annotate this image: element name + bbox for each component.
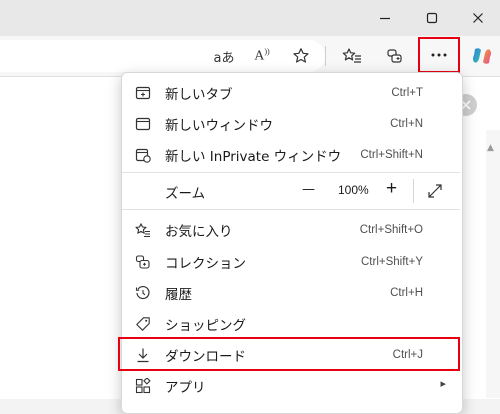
immersive-reader-button[interactable]: aあ [208, 40, 240, 72]
zoom-value: 100% [338, 183, 369, 197]
menu-item-label: 履歴 [165, 286, 192, 303]
favorite-star-icon [293, 48, 309, 63]
menu-item-zoom: ズーム [122, 176, 460, 207]
copilot-button[interactable] [466, 40, 498, 72]
toolbar-divider [325, 46, 326, 66]
copilot-icon [473, 48, 491, 64]
maximize-icon [426, 12, 438, 24]
menu-item-shortcut: Ctrl+H [390, 286, 423, 299]
collections-button[interactable] [379, 40, 411, 72]
apps-icon [135, 377, 151, 394]
favorites-icon [342, 48, 361, 63]
zoom-divider [413, 179, 414, 203]
menu-item-favorites[interactable]: お気に入り Ctrl+Shift+O [122, 214, 460, 245]
menu-item-collections[interactable]: コレクション Ctrl+Shift+Y [122, 246, 460, 277]
new-tab-icon [135, 85, 151, 101]
menu-item-shortcut: Ctrl+T [391, 86, 423, 99]
menu-item-apps[interactable]: アプリ ▸ [122, 370, 460, 401]
zoom-out-button[interactable]: — [302, 182, 315, 197]
menu-item-shortcut: Ctrl+Shift+Y [361, 255, 423, 268]
favorites-button[interactable] [336, 40, 368, 72]
menu-item-label: 新しいウィンドウ [165, 117, 273, 134]
menu-item-shortcut: Ctrl+Shift+O [359, 223, 423, 236]
read-aloud-button[interactable]: A)) [246, 40, 278, 72]
menu-item-new-tab[interactable]: 新しいタブ Ctrl+T [122, 77, 460, 108]
new-window-icon [135, 116, 151, 132]
zoom-label: ズーム [165, 185, 206, 202]
collections-icon [135, 254, 151, 270]
minimize-button[interactable] [362, 0, 408, 36]
read-aloud-icon: A)) [254, 47, 270, 64]
menu-item-history[interactable]: 履歴 Ctrl+H [122, 277, 460, 308]
menu-separator [122, 172, 460, 173]
menu-item-shortcut: Ctrl+N [390, 117, 423, 130]
collections-icon [387, 49, 402, 63]
immersive-reader-icon: aあ [213, 50, 235, 66]
menu-item-new-window[interactable]: 新しいウィンドウ Ctrl+N [122, 108, 460, 139]
menu-item-shortcut: Ctrl+Shift+N [360, 148, 423, 161]
close-window-button[interactable] [455, 0, 500, 36]
menu-item-shopping[interactable]: ショッピング [122, 308, 460, 339]
scroll-up-arrow[interactable]: ▲ [487, 143, 494, 153]
more-button[interactable] [418, 37, 460, 73]
minimize-icon [380, 17, 390, 20]
maximize-button[interactable] [409, 0, 455, 36]
close-icon [473, 13, 483, 23]
more-icon [431, 53, 447, 57]
fullscreen-icon [428, 184, 442, 198]
read-aloud-letter: A [254, 48, 265, 64]
menu-item-new-inprivate-window[interactable]: 新しい InPrivate ウィンドウ Ctrl+Shift+N [122, 139, 460, 170]
menu-item-label: ショッピング [165, 317, 246, 334]
menu-item-label: 新しいタブ [165, 86, 233, 103]
submenu-arrow-icon: ▸ [440, 377, 446, 390]
scrollbar[interactable] [486, 130, 500, 398]
history-icon [135, 285, 151, 301]
add-favorite-button[interactable] [285, 40, 317, 72]
zoom-in-button[interactable]: + [386, 178, 397, 200]
menu-item-label: アプリ [165, 379, 206, 396]
downloads-highlight-box [118, 337, 460, 371]
shopping-tag-icon [135, 316, 151, 332]
favorites-icon [135, 222, 151, 238]
inprivate-icon [135, 147, 151, 163]
menu-separator [122, 209, 460, 210]
fullscreen-button[interactable] [426, 182, 444, 204]
menu-item-label: コレクション [165, 255, 246, 272]
menu-item-label: 新しい InPrivate ウィンドウ [165, 148, 342, 165]
menu-item-label: お気に入り [165, 223, 233, 240]
